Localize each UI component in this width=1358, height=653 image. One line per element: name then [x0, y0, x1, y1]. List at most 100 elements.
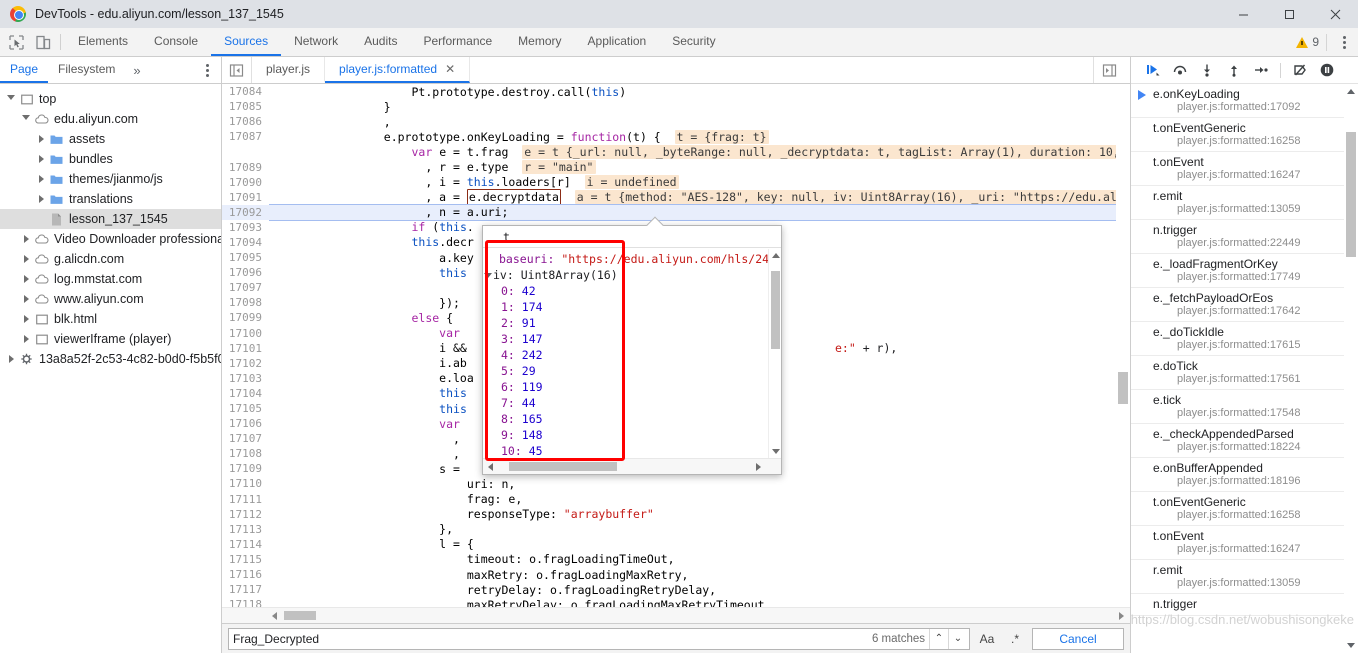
twisty-icon[interactable] — [34, 195, 48, 203]
line-number[interactable]: 17117 — [222, 583, 269, 596]
deactivate-breakpoints-icon[interactable] — [1288, 59, 1312, 81]
editor-tab-player-js-formatted[interactable]: player.js:formatted ✕ — [325, 57, 471, 83]
line-source[interactable]: , i = this.loaders[r] i = undefined — [269, 175, 1130, 190]
scroll-up-icon[interactable] — [772, 253, 780, 258]
code-line[interactable]: 17087 e.prototype.onKeyLoading = functio… — [222, 129, 1130, 144]
call-stack-frame[interactable]: t.onEventGeneric player.js:formatted:1625… — [1131, 492, 1358, 526]
code-line[interactable]: 17114 l = { — [222, 537, 1130, 552]
call-stack-frame[interactable]: n.trigger — [1131, 594, 1358, 616]
line-number[interactable]: 17110 — [222, 477, 269, 490]
code-line[interactable]: 17084 Pt.prototype.destroy.call(this) — [222, 84, 1130, 99]
line-number[interactable]: 17088 — [222, 145, 269, 158]
line-number[interactable]: 17094 — [222, 236, 269, 249]
line-number[interactable]: 17114 — [222, 538, 269, 551]
tab-elements[interactable]: Elements — [65, 28, 141, 56]
popup-property-iv[interactable]: iv: Uint8Array(16) — [483, 267, 781, 283]
object-value-popup[interactable]: t baseuri: "https://edu.aliyun.com/hls/2… — [482, 216, 782, 475]
line-number[interactable]: 17093 — [222, 221, 269, 234]
twisty-icon[interactable] — [19, 114, 33, 124]
popup-array-entry[interactable]: 1: 174 — [483, 299, 781, 315]
search-field-wrapper[interactable]: 6 matches ⌃ ⌄ — [228, 627, 970, 650]
tab-memory[interactable]: Memory — [505, 28, 574, 56]
minimize-button[interactable] — [1220, 0, 1266, 28]
line-source[interactable]: Pt.prototype.destroy.call(this) — [269, 85, 1130, 99]
tab-audits[interactable]: Audits — [351, 28, 410, 56]
call-stack-frame[interactable]: r.emit player.js:formatted:13059 — [1131, 560, 1358, 594]
navigator-tab-page[interactable]: Page — [0, 57, 49, 83]
line-number[interactable]: 17086 — [222, 115, 269, 128]
code-line[interactable]: 17115 timeout: o.fragLoadingTimeOut, — [222, 552, 1130, 567]
scroll-down-icon[interactable] — [1347, 643, 1355, 648]
navigator-more-tabs-icon[interactable]: » — [125, 57, 148, 83]
scroll-right-icon[interactable] — [1119, 612, 1124, 620]
scroll-left-icon[interactable] — [488, 463, 493, 471]
line-source[interactable]: } — [269, 100, 1130, 114]
call-stack-frame[interactable]: e._checkAppendedParsed player.js:formatte… — [1131, 424, 1358, 458]
line-number[interactable]: 17092 — [222, 206, 269, 219]
line-number[interactable]: 17106 — [222, 417, 269, 430]
twisty-icon[interactable] — [34, 155, 48, 163]
scroll-right-icon[interactable] — [756, 463, 761, 471]
cancel-button[interactable]: Cancel — [1032, 627, 1124, 650]
tree-item[interactable]: top — [0, 89, 221, 109]
inspect-element-icon[interactable] — [8, 34, 25, 51]
code-line[interactable]: 17111 frag: e, — [222, 492, 1130, 507]
line-number[interactable]: 17098 — [222, 296, 269, 309]
line-source[interactable]: uri: n, — [269, 477, 1130, 491]
popup-array-entry[interactable]: 0: 42 — [483, 283, 781, 299]
call-stack-frame[interactable]: e.doTick player.js:formatted:17561 — [1131, 356, 1358, 390]
line-number[interactable]: 17102 — [222, 357, 269, 370]
scroll-up-icon[interactable] — [1347, 89, 1355, 94]
call-stack-frame[interactable]: e._doTickIdle player.js:formatted:17615 — [1131, 322, 1358, 356]
line-number[interactable]: 17103 — [222, 372, 269, 385]
more-options-icon[interactable] — [1334, 32, 1354, 52]
code-line[interactable]: 17110 uri: n, — [222, 476, 1130, 491]
line-source[interactable]: , n = a.uri; — [269, 205, 1130, 219]
line-number[interactable]: 17084 — [222, 85, 269, 98]
scroll-left-icon[interactable] — [272, 612, 277, 620]
popup-array-entry[interactable]: 9: 148 — [483, 427, 781, 443]
call-stack-frame[interactable]: e.tick player.js:formatted:17548 — [1131, 390, 1358, 424]
twisty-icon[interactable] — [19, 235, 33, 243]
line-source[interactable]: , a = e.decryptdata a = t {method: "AES-… — [269, 189, 1130, 206]
tree-item[interactable]: assets — [0, 129, 221, 149]
regex-button[interactable]: .* — [1004, 629, 1026, 649]
call-stack-frame[interactable]: e.onKeyLoading player.js:formatted:17092 — [1131, 84, 1358, 118]
popup-properties[interactable]: baseuri: "https://edu.aliyun.com/hls/245… — [483, 249, 781, 458]
scrollbar-thumb[interactable] — [509, 462, 617, 471]
line-number[interactable]: 17113 — [222, 523, 269, 536]
twisty-icon[interactable] — [4, 355, 18, 363]
match-case-button[interactable]: Aa — [976, 629, 998, 649]
line-source[interactable]: , — [269, 115, 1130, 129]
tab-application[interactable]: Application — [575, 28, 660, 56]
code-line[interactable]: 17088 var e = t.frag e = t {_url: null, … — [222, 144, 1130, 159]
editor-vertical-scrollbar[interactable] — [1116, 84, 1130, 607]
code-line[interactable]: 17091 , a = e.decryptdata a = t {method:… — [222, 189, 1130, 206]
call-stack-frame[interactable]: n.trigger player.js:formatted:22449 — [1131, 220, 1358, 254]
line-number[interactable]: 17116 — [222, 568, 269, 581]
line-number[interactable]: 17107 — [222, 432, 269, 445]
tree-item[interactable]: Video Downloader professional — [0, 229, 221, 249]
step-out-icon[interactable] — [1222, 59, 1246, 81]
twisty-icon[interactable] — [19, 335, 33, 343]
popup-array-entry[interactable]: 5: 29 — [483, 363, 781, 379]
scrollbar-thumb[interactable] — [1118, 372, 1128, 404]
line-source[interactable]: var e = t.frag e = t {_url: null, _byteR… — [269, 144, 1130, 159]
toggle-device-toolbar-icon[interactable] — [35, 34, 52, 51]
code-line[interactable]: 17113 }, — [222, 522, 1130, 537]
line-source[interactable]: l = { — [269, 537, 1130, 551]
line-source[interactable]: e.prototype.onKeyLoading = function(t) {… — [269, 129, 1130, 144]
navigator-more-options-icon[interactable] — [197, 60, 217, 80]
resume-script-execution-icon[interactable] — [1141, 59, 1165, 81]
code-line[interactable]: 17086 , — [222, 114, 1130, 129]
line-source[interactable]: , r = e.type r = "main" — [269, 160, 1130, 175]
call-stack-frame[interactable]: t.onEvent player.js:formatted:16247 — [1131, 152, 1358, 186]
code-line[interactable]: 17112 responseType: "arraybuffer" — [222, 507, 1130, 522]
expand-twisty-icon[interactable] — [483, 272, 493, 278]
tree-item[interactable]: 13a8a52f-2c53-4c82-b0d0-f5b5f05( — [0, 349, 221, 369]
call-stack-frame[interactable]: e.onBufferAppended player.js:formatted:18… — [1131, 458, 1358, 492]
code-line[interactable]: 17116 maxRetry: o.fragLoadingMaxRetry, — [222, 567, 1130, 582]
scrollbar-thumb[interactable] — [771, 271, 780, 349]
line-source[interactable]: timeout: o.fragLoadingTimeOut, — [269, 552, 1130, 566]
step-into-icon[interactable] — [1195, 59, 1219, 81]
